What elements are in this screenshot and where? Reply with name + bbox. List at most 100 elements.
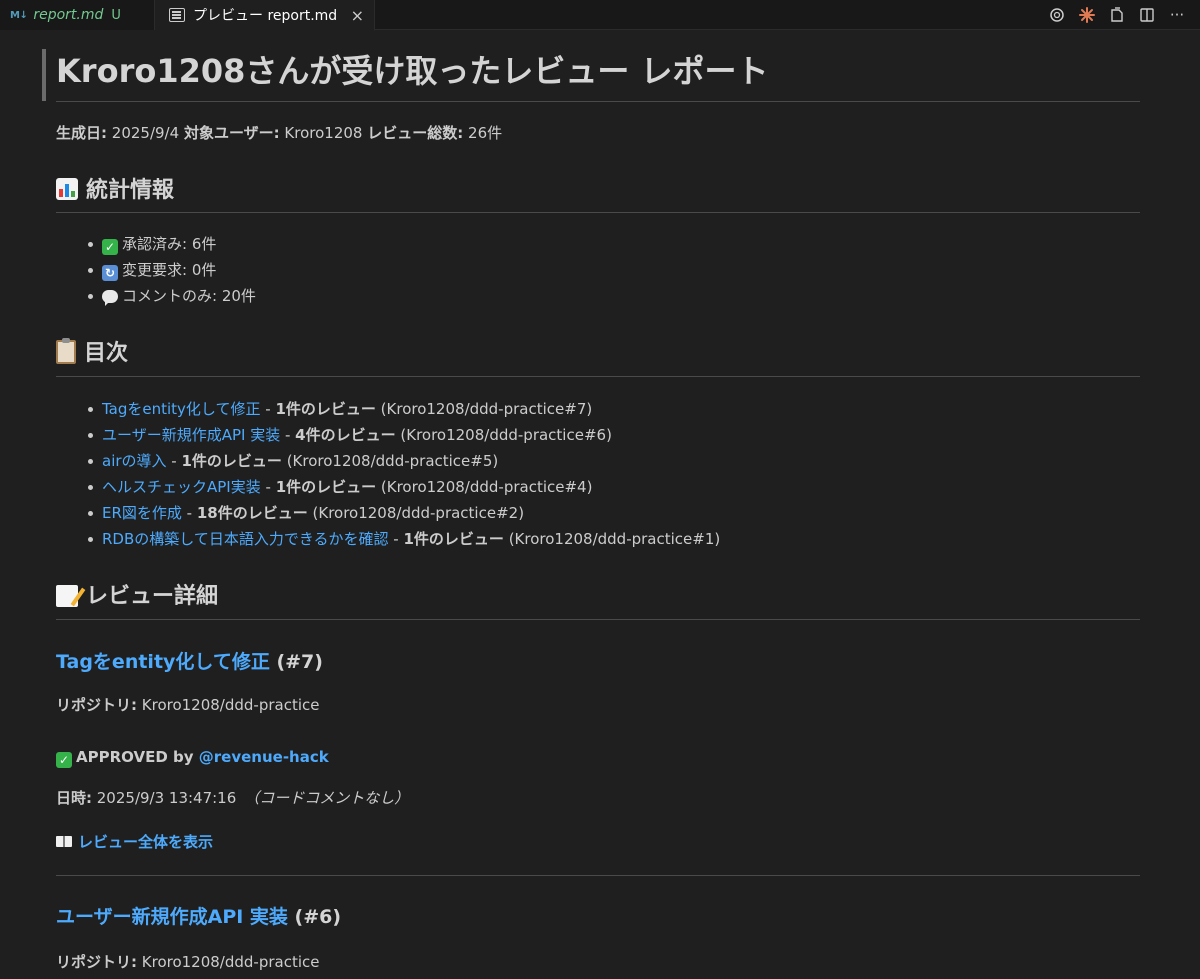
speech-bubble-icon (102, 290, 118, 306)
toc-sep: - (388, 530, 404, 548)
review-number: (#7) (269, 651, 323, 673)
toc-link[interactable]: Tagをentity化して修正 (102, 400, 261, 418)
chatgpt-icon[interactable] (1048, 6, 1066, 24)
toc-ref: (Kroro1208/ddd-practice#1) (503, 530, 721, 548)
review-title: ユーザー新規作成API 実装 (#6) (56, 904, 341, 930)
details-heading-text: レビュー詳細 (86, 584, 219, 609)
tab-report-md[interactable]: M↓ report.md U (0, 0, 155, 30)
details-divider (56, 619, 1140, 620)
toc-sep: - (280, 426, 296, 444)
view-all-link[interactable]: レビュー全体を表示 (78, 833, 213, 851)
toc-item: ER図を作成 - 18件のレビュー (Kroro1208/ddd-practic… (88, 500, 720, 526)
close-icon[interactable]: × (341, 6, 364, 25)
toc-count: 1件のレビュー (275, 400, 376, 418)
review-title-link[interactable]: Tagをentity化して修正 (56, 651, 270, 673)
editor-tab-bar: M↓ report.md U プレビュー report.md × ··· (0, 0, 1200, 31)
toc-sep: - (181, 504, 197, 522)
stat-approved-text: 承認済み: 6件 (122, 235, 217, 253)
title-divider (56, 101, 1140, 102)
toc-item: airの導入 - 1件のレビュー (Kroro1208/ddd-practice… (88, 448, 720, 474)
open-source-icon[interactable] (1108, 6, 1126, 24)
toc-heading: 目次 (56, 338, 129, 369)
tab-label: report.md (33, 7, 104, 23)
open-book-icon (56, 836, 72, 847)
reviewer-link[interactable]: @revenue-hack (199, 748, 329, 766)
toc-link[interactable]: RDBの構築して日本語入力できるかを確認 (102, 530, 389, 548)
memo-icon (56, 585, 78, 607)
refresh-icon: ↻ (102, 265, 118, 281)
tab-preview-report-md[interactable]: プレビュー report.md × (155, 0, 375, 31)
stat-changes-text: 変更要求: 0件 (122, 261, 217, 279)
clipboard-icon (56, 338, 76, 364)
stat-changes: ↻ 変更要求: 0件 (88, 257, 256, 283)
check-icon: ✓ (102, 239, 118, 255)
toc-count: 1件のレビュー (181, 452, 282, 470)
markdown-preview: Kroro1208さんが受け取ったレビュー レポート 生成日: 2025/9/4… (0, 31, 1200, 979)
toc-ref: (Kroro1208/ddd-practice#6) (395, 426, 612, 444)
status-text: APPROVED by (76, 748, 199, 766)
markdown-file-icon: M↓ (10, 9, 28, 21)
stat-approved: ✓ 承認済み: 6件 (88, 231, 256, 257)
claude-icon[interactable] (1078, 6, 1096, 24)
review-title: Tagをentity化して修正 (#7) (56, 649, 323, 675)
toc-ref: (Kroro1208/ddd-practice#4) (376, 478, 593, 496)
toc-divider (56, 376, 1140, 377)
repo-value: Kroro1208/ddd-practice (137, 953, 320, 971)
toc-link[interactable]: ユーザー新規作成API 実装 (102, 426, 280, 444)
toc-count: 4件のレビュー (295, 426, 396, 444)
details-heading: レビュー詳細 (56, 582, 218, 612)
toc-ref: (Kroro1208/ddd-practice#2) (307, 504, 525, 522)
repo-value: Kroro1208/ddd-practice (137, 696, 320, 714)
preview-icon (169, 8, 185, 22)
toc-count: 1件のレビュー (403, 530, 504, 548)
no-comment-note: （コードコメントなし） (244, 789, 410, 807)
repo-label: リポジトリ: (56, 696, 137, 714)
toc-sep: - (260, 400, 276, 418)
stats-divider (56, 212, 1140, 213)
editor-actions: ··· (1048, 0, 1200, 29)
review-repo: リポジトリ: Kroro1208/ddd-practice (56, 952, 320, 972)
repo-label: リポジトリ: (56, 953, 137, 971)
toc-sep: - (260, 478, 276, 496)
generated-label: 生成日: (56, 124, 107, 142)
toc-sep: - (166, 452, 182, 470)
stats-list: ✓ 承認済み: 6件 ↻ 変更要求: 0件 コメントのみ: 20件 (88, 231, 256, 309)
user-label: 対象ユーザー: (183, 124, 280, 142)
toc-item: Tagをentity化して修正 - 1件のレビュー (Kroro1208/ddd… (88, 396, 720, 422)
date-value: 2025/9/3 13:47:16 (92, 789, 237, 807)
date-label: 日時: (56, 789, 92, 807)
toc-ref: (Kroro1208/ddd-practice#5) (281, 452, 499, 470)
bar-chart-icon (56, 178, 78, 200)
toc-heading-text: 目次 (84, 341, 129, 366)
title-marker (42, 49, 46, 101)
toc-list: Tagをentity化して修正 - 1件のレビュー (Kroro1208/ddd… (88, 396, 720, 552)
stat-comments: コメントのみ: 20件 (88, 283, 256, 309)
check-icon: ✓ (56, 752, 72, 768)
toc-count: 18件のレビュー (196, 504, 308, 522)
view-all-review: レビュー全体を表示 (56, 832, 213, 852)
toc-count: 1件のレビュー (275, 478, 377, 496)
review-title-link[interactable]: ユーザー新規作成API 実装 (56, 906, 288, 928)
toc-link[interactable]: ヘルスチェックAPI実装 (102, 478, 261, 496)
stats-heading-text: 統計情報 (86, 178, 175, 203)
more-actions-icon[interactable]: ··· (1168, 6, 1186, 24)
total-value: 26件 (468, 124, 503, 142)
stat-comments-text: コメントのみ: 20件 (122, 287, 256, 305)
generated-value: 2025/9/4 (111, 124, 180, 142)
toc-ref: (Kroro1208/ddd-practice#7) (375, 400, 593, 418)
total-label: レビュー総数: (367, 124, 464, 142)
tab-label: プレビュー report.md (193, 8, 338, 24)
toc-link[interactable]: ER図を作成 (102, 504, 182, 522)
review-number: (#6) (287, 906, 342, 928)
review-repo: リポジトリ: Kroro1208/ddd-practice (56, 695, 320, 715)
review-divider (56, 875, 1140, 876)
toc-item: RDBの構築して日本語入力できるかを確認 - 1件のレビュー (Kroro120… (88, 526, 720, 552)
page-title: Kroro1208さんが受け取ったレビュー レポート (56, 52, 769, 90)
report-meta: 生成日: 2025/9/4 対象ユーザー: Kroro1208 レビュー総数: … (56, 123, 502, 143)
toc-item: ユーザー新規作成API 実装 - 4件のレビュー (Kroro1208/ddd-… (88, 422, 720, 448)
stats-heading: 統計情報 (56, 176, 174, 206)
review-status: ✓ APPROVED by @revenue-hack (56, 747, 329, 768)
toc-link[interactable]: airの導入 (102, 452, 167, 470)
split-editor-icon[interactable] (1138, 6, 1156, 24)
toc-item: ヘルスチェックAPI実装 - 1件のレビュー (Kroro1208/ddd-pr… (88, 474, 720, 500)
